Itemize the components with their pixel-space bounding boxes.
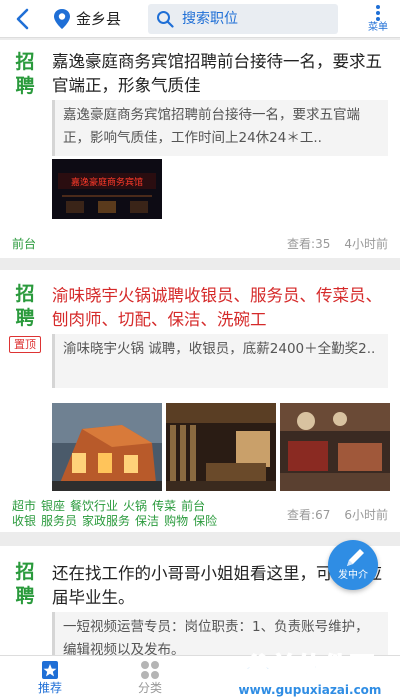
hotel-sign-text: 嘉逸豪庭商务宾馆 <box>71 176 143 188</box>
recruit-badge: 招聘 <box>15 51 35 97</box>
tag-insurance[interactable]: 保险 <box>193 514 217 528</box>
search-icon <box>157 11 174 28</box>
post-agency-button[interactable]: 发中介 <box>328 540 378 590</box>
tag-runner[interactable]: 传菜 <box>152 499 176 513</box>
recruit-badge: 招聘 <box>15 561 35 607</box>
tag-shopping[interactable]: 购物 <box>164 514 188 528</box>
recruit-badge: 招聘 <box>15 283 35 329</box>
fab-label: 发中介 <box>338 570 368 581</box>
listing-description: 渝味晓宇火锅 诚聘，收银员，底薪2400＋全勤奖2.. <box>52 334 388 388</box>
listing-photo[interactable] <box>52 403 162 491</box>
menu-button[interactable]: 菜单 <box>358 2 398 36</box>
view-count: 查看:67 <box>287 508 331 522</box>
listing-meta: 查看:35 4小时前 <box>273 237 388 251</box>
pinned-tag: 置顶 <box>9 336 41 353</box>
edit-pencil-icon <box>347 549 364 566</box>
tag-row: 收银 服务员 家政服务 保洁 购物 保险 <box>12 514 262 529</box>
tag-supermarket[interactable]: 超市 <box>12 499 36 513</box>
top-bar: 金乡县 搜索职位 菜单 <box>0 0 400 38</box>
tag-hotpot[interactable]: 火锅 <box>123 499 147 513</box>
listing-photo[interactable]: 嘉逸豪庭商务宾馆 <box>52 159 162 219</box>
tag-catering[interactable]: 餐饮行业 <box>70 499 118 513</box>
site-watermark: 谷普软件园 www.gupuxiazai.com <box>222 646 398 700</box>
category-label[interactable]: 前台 <box>12 237 36 251</box>
nav-recommend[interactable]: 推荐 <box>20 660 80 696</box>
category-grid-icon <box>141 661 159 679</box>
job-listing[interactable]: 招聘 置顶 渝味晓宇火锅诚聘收银员、服务员、传菜员、刨肉师、切配、保洁、洗碗工 … <box>0 270 400 532</box>
location-label[interactable]: 金乡县 <box>76 8 121 30</box>
nav-label: 分类 <box>137 681 162 695</box>
post-time: 4小时前 <box>344 237 388 251</box>
search-placeholder: 搜索职位 <box>182 11 238 27</box>
tag-row: 超市 银座 餐饮行业 火锅 传菜 前台 <box>12 499 262 514</box>
back-arrow-icon[interactable] <box>10 6 36 32</box>
tag-cleaning[interactable]: 保洁 <box>135 514 159 528</box>
search-input[interactable]: 搜索职位 <box>148 4 338 34</box>
nav-label: 推荐 <box>37 681 62 695</box>
menu-label: 菜单 <box>368 22 388 33</box>
tag-housekeeping[interactable]: 家政服务 <box>82 514 130 528</box>
star-doc-icon <box>42 661 58 679</box>
listing-photo[interactable] <box>280 403 390 491</box>
tag-front-desk[interactable]: 前台 <box>181 499 205 513</box>
tag-waiter[interactable]: 服务员 <box>41 514 77 528</box>
watermark-url: www.gupuxiazai.com <box>239 683 382 697</box>
listing-description: 嘉逸豪庭商务宾馆招聘前台接待一名，要求五官端正，影响气质佳，工作时间上24休24… <box>52 100 388 156</box>
view-count: 查看:35 <box>287 237 331 251</box>
watermark-title: 谷普软件园 <box>245 652 375 683</box>
nav-category[interactable]: 分类 <box>120 660 180 696</box>
listing-photo[interactable] <box>166 403 276 491</box>
more-dots-icon <box>376 5 380 21</box>
listing-meta: 查看:67 6小时前 <box>273 508 388 522</box>
tag-cashier[interactable]: 收银 <box>12 514 36 528</box>
location-pin-icon[interactable] <box>52 8 72 30</box>
job-listing[interactable]: 招聘 嘉逸豪庭商务宾馆招聘前台接待一名，要求五官端正，形象气质佳 嘉逸豪庭商务宾… <box>0 40 400 258</box>
listing-title[interactable]: 渝味晓宇火锅诚聘收银员、服务员、传菜员、刨肉师、切配、保洁、洗碗工 <box>52 284 392 332</box>
listing-title[interactable]: 嘉逸豪庭商务宾馆招聘前台接待一名，要求五官端正，形象气质佳 <box>52 50 392 98</box>
post-time: 6小时前 <box>344 508 388 522</box>
tag-yinzuo[interactable]: 银座 <box>41 499 65 513</box>
